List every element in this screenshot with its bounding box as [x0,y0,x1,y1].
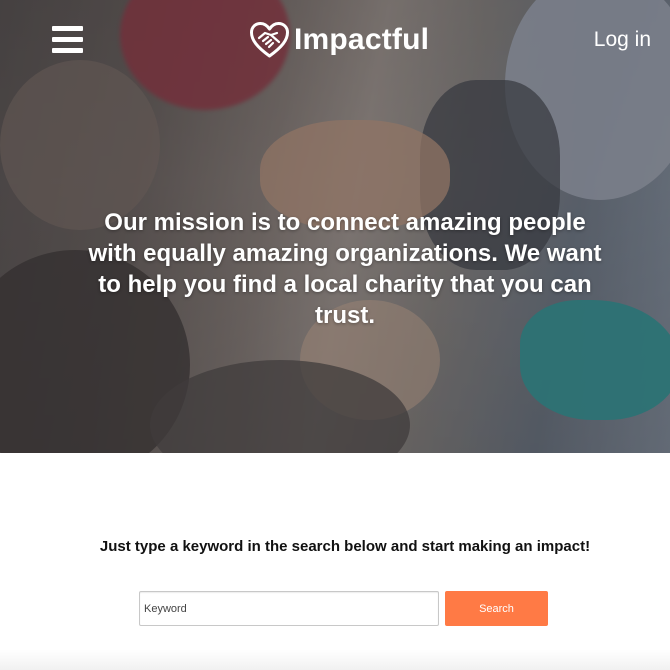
heart-handshake-icon [250,22,289,58]
brand-name: Impactful [294,23,430,56]
keyword-search-input[interactable] [139,591,439,626]
brand-logo[interactable]: Impactful [249,20,429,60]
menu-bar [52,48,83,53]
search-button[interactable]: Search [445,591,548,626]
hero-banner: Impactful Log in Our mission is to conne… [0,0,670,453]
search-prompt: Just type a keyword in the search below … [99,538,591,555]
mission-statement: Our mission is to connect amazing people… [88,209,602,329]
hamburger-menu-icon[interactable] [52,26,83,53]
menu-bar [52,37,83,42]
page-bottom-edge [0,650,670,670]
menu-bar [52,26,83,31]
login-link[interactable]: Log in [594,28,651,52]
